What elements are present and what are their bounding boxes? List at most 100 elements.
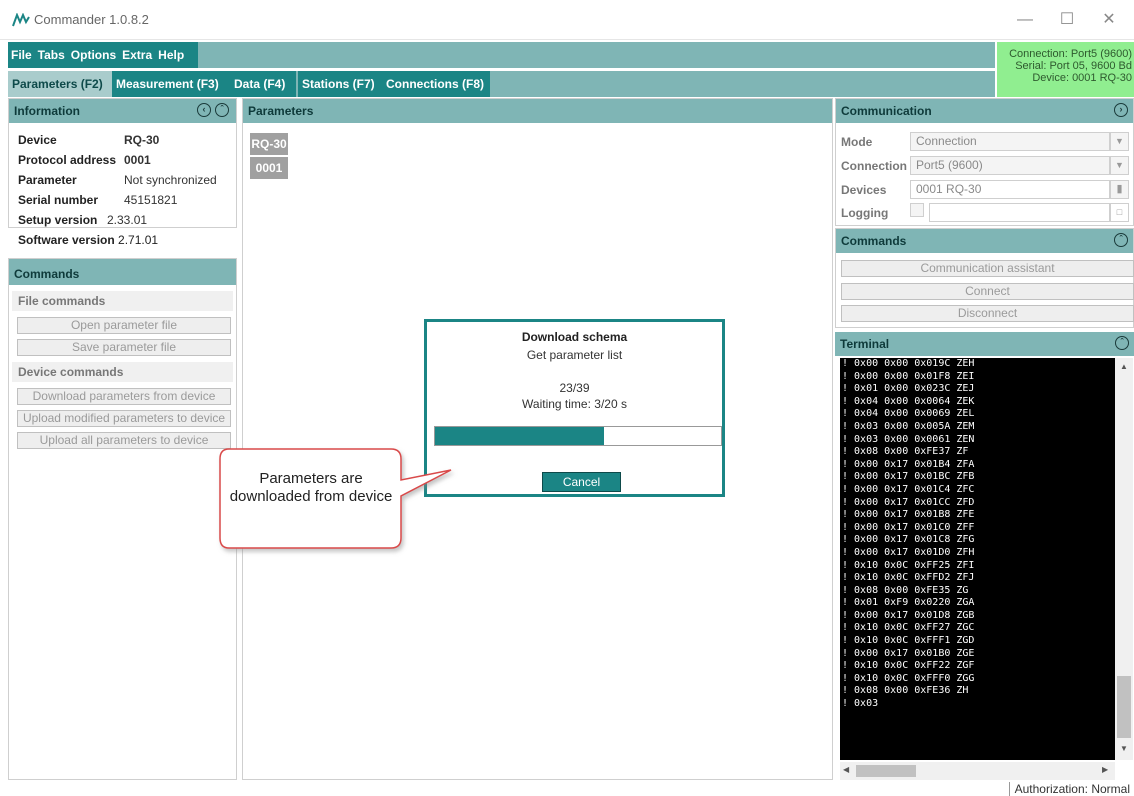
dialog-subtitle: Get parameter list (526, 348, 623, 362)
info-key: Protocol address (18, 153, 117, 167)
menu-options[interactable]: Options (71, 48, 116, 62)
information-panel: Information ‹ ˆ Device RQ-30 Protocol ad… (8, 98, 237, 247)
scroll-thumb[interactable] (856, 765, 916, 777)
maximize-button[interactable]: ☐ (1052, 8, 1082, 32)
folder-icon[interactable]: □ (1110, 203, 1129, 222)
device-status-line: Device: 0001 RQ-30 (1032, 72, 1132, 84)
mode-select[interactable]: Connection (910, 132, 1110, 151)
terminal-output[interactable]: ! 0x00 0x00 0x019C ZEH! 0x00 0x00 0x01F8… (840, 358, 1115, 760)
terminal-horizontal-scrollbar[interactable]: ◀ ▶ (840, 762, 1115, 780)
connect-button[interactable]: Connect (841, 283, 1134, 300)
commands-header: Commands (9, 259, 236, 285)
info-key: Serial number (18, 193, 99, 207)
tab-parameters[interactable]: Parameters (F2) (8, 71, 112, 97)
info-key: Parameter (18, 173, 77, 187)
terminal-line: ! 0x08 0x00 0xFE37 ZF (842, 446, 969, 458)
tab-data[interactable]: Data (F4) (230, 71, 296, 97)
disconnect-button[interactable]: Disconnect (841, 305, 1134, 322)
parameters-title: Parameters (248, 104, 314, 118)
scroll-down-icon[interactable]: ▼ (1120, 744, 1128, 753)
minimize-button[interactable]: — (1010, 8, 1040, 32)
info-row-setup: Setup version 2.33.01 (18, 211, 147, 229)
terminal-line: ! 0x03 0x00 0x0061 ZEN (842, 433, 975, 445)
communication-header: Communication › (836, 99, 1133, 123)
chevron-up-circle-icon[interactable]: ˆ (1115, 336, 1129, 350)
logging-path-field[interactable] (929, 203, 1110, 222)
info-value: 45151821 (124, 193, 178, 207)
information-title: Information (14, 104, 80, 118)
download-parameters-button[interactable]: Download parameters from device (17, 388, 231, 405)
trash-icon[interactable]: ▮ (1110, 180, 1129, 199)
download-progress-bar (434, 426, 722, 446)
info-key: Device (18, 133, 57, 147)
info-value: 2.33.01 (107, 213, 148, 227)
download-dialog: Download schema Get parameter list 23/39… (424, 319, 725, 497)
terminal-line: ! 0x10 0x0C 0xFFF1 ZGD (842, 635, 975, 647)
devices-field[interactable]: 0001 RQ-30 (910, 180, 1110, 199)
terminal-line: ! 0x04 0x00 0x0069 ZEL (842, 408, 975, 420)
save-parameter-file-button[interactable]: Save parameter file (17, 339, 231, 356)
chevron-up-circle-icon[interactable]: ˆ (215, 103, 229, 117)
chevron-left-circle-icon[interactable]: ‹ (197, 103, 211, 117)
terminal-line: ! 0x08 0x00 0xFE36 ZH (842, 685, 969, 697)
chevron-down-icon[interactable]: ▼ (1110, 156, 1129, 175)
commands-title: Commands (14, 267, 80, 281)
tab-stations[interactable]: Stations (F7) (298, 71, 382, 97)
open-parameter-file-button[interactable]: Open parameter file (17, 317, 231, 334)
terminal-line: ! 0x04 0x00 0x0064 ZEK (842, 395, 975, 407)
commands-panel: Commands (8, 258, 237, 780)
chevron-right-circle-icon[interactable]: › (1114, 103, 1128, 117)
chevron-down-icon[interactable]: ▼ (1110, 132, 1129, 151)
scroll-left-icon[interactable]: ◀ (843, 765, 849, 774)
tab-measurement[interactable]: Measurement (F3) (112, 71, 230, 97)
connection-select[interactable]: Port5 (9600) (910, 156, 1110, 175)
info-value: Not synchronized (124, 173, 217, 187)
communication-assistant-button[interactable]: Communication assistant (841, 260, 1134, 277)
info-row-software: Software version 2.71.01 (18, 231, 238, 249)
terminal-line: ! 0x00 0x17 0x01B0 ZGE (842, 647, 975, 659)
scroll-up-icon[interactable]: ▲ (1120, 362, 1128, 371)
menu-file[interactable]: File (11, 48, 32, 62)
terminal-line: ! 0x03 (842, 698, 879, 710)
info-row-parameter: Parameter Not synchronized (18, 171, 217, 189)
device-tag[interactable]: RQ-30 (250, 133, 288, 155)
logging-checkbox[interactable] (910, 203, 924, 217)
info-key: Software version (18, 233, 115, 247)
file-commands-label: File commands (12, 291, 233, 311)
cancel-button[interactable]: Cancel (542, 472, 621, 492)
terminal-vertical-scrollbar[interactable]: ▲ ▼ (1115, 358, 1133, 760)
right-commands-title: Commands (841, 234, 907, 248)
terminal-line: ! 0x00 0x17 0x01B4 ZFA (842, 458, 975, 470)
scroll-right-icon[interactable]: ▶ (1102, 765, 1108, 774)
status-bar: Authorization: Normal (0, 782, 1134, 796)
terminal-line: ! 0x01 0x00 0x023C ZEJ (842, 383, 975, 395)
terminal-line: ! 0x10 0x0C 0xFF27 ZGC (842, 622, 975, 634)
tab-connections[interactable]: Connections (F8) (382, 71, 490, 97)
window-title: Commander 1.0.8.2 (34, 12, 149, 27)
menu-help[interactable]: Help (158, 48, 184, 62)
menu-extra[interactable]: Extra (122, 48, 152, 62)
information-header: Information ‹ ˆ (9, 99, 236, 123)
mode-label: Mode (841, 135, 873, 149)
terminal-line: ! 0x00 0x00 0x01F8 ZEI (842, 370, 975, 382)
upload-all-button[interactable]: Upload all parameters to device (17, 432, 231, 449)
info-key: Setup version (18, 213, 98, 227)
chevron-up-circle-icon[interactable]: ˆ (1114, 233, 1128, 247)
dialog-title: Download schema (521, 330, 628, 344)
authorization-status: Authorization: Normal (1008, 782, 1130, 796)
communication-panel: Communication › Mode Connection ▼ Connec… (835, 98, 1134, 226)
upload-modified-button[interactable]: Upload modified parameters to device (17, 410, 231, 427)
progress-fill (435, 427, 604, 445)
right-commands-panel: Commands ˆ Communication assistant Conne… (835, 228, 1134, 328)
menu-tabs[interactable]: Tabs (38, 48, 65, 62)
address-tag[interactable]: 0001 (250, 157, 288, 179)
terminal-panel: Terminal ˆ ! 0x00 0x00 0x019C ZEH! 0x00 … (835, 332, 1134, 780)
connection-status: Connection: Port5 (9600) Serial: Port 05… (997, 42, 1134, 97)
connection-label: Connection (841, 159, 907, 173)
close-button[interactable]: ✕ (1094, 8, 1124, 32)
terminal-line: ! 0x03 0x00 0x005A ZEM (842, 420, 975, 432)
device-commands-label: Device commands (12, 362, 233, 382)
terminal-header: Terminal ˆ (835, 332, 1134, 356)
info-row-serial: Serial number 45151821 (18, 191, 177, 209)
scroll-thumb[interactable] (1117, 676, 1131, 738)
